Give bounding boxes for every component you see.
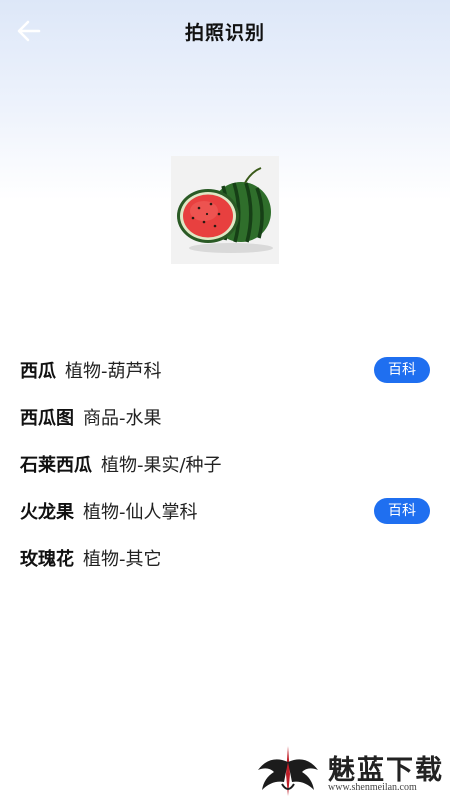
result-name: 西瓜图 (20, 407, 74, 429)
baike-button[interactable]: 百科 (374, 498, 430, 524)
result-name: 石莱西瓜 (20, 454, 92, 476)
dragon-logo-icon (258, 746, 318, 796)
list-item[interactable]: 西瓜图 商品-水果 (0, 393, 450, 440)
result-name: 火龙果 (20, 501, 74, 523)
result-category: 商品-水果 (83, 407, 162, 429)
list-item[interactable]: 石莱西瓜 植物-果实/种子 (0, 440, 450, 487)
recognized-photo (171, 156, 279, 264)
result-category: 植物-果实/种子 (101, 454, 222, 476)
watermark: 魅蓝下载 www.shenmeilan.com (254, 744, 450, 800)
page-title: 拍照识别 (184, 22, 265, 44)
watermark-url: www.shenmeilan.com (328, 782, 417, 793)
result-category: 植物-仙人掌科 (83, 501, 198, 523)
list-item[interactable]: 西瓜 植物-葫芦科 百科 (0, 346, 450, 393)
header: 拍照识别 (0, 0, 450, 62)
result-category: 植物-葫芦科 (65, 360, 162, 382)
list-item[interactable]: 火龙果 植物-仙人掌科 百科 (0, 487, 450, 534)
result-name: 西瓜 (20, 360, 56, 382)
baike-button[interactable]: 百科 (374, 357, 430, 383)
results-list: 西瓜 植物-葫芦科 百科 西瓜图 商品-水果 石莱西瓜 植物-果实/种子 火龙果… (0, 346, 450, 581)
result-category: 植物-其它 (83, 548, 162, 570)
result-name: 玫瑰花 (20, 548, 74, 570)
list-item[interactable]: 玫瑰花 植物-其它 (0, 534, 450, 581)
